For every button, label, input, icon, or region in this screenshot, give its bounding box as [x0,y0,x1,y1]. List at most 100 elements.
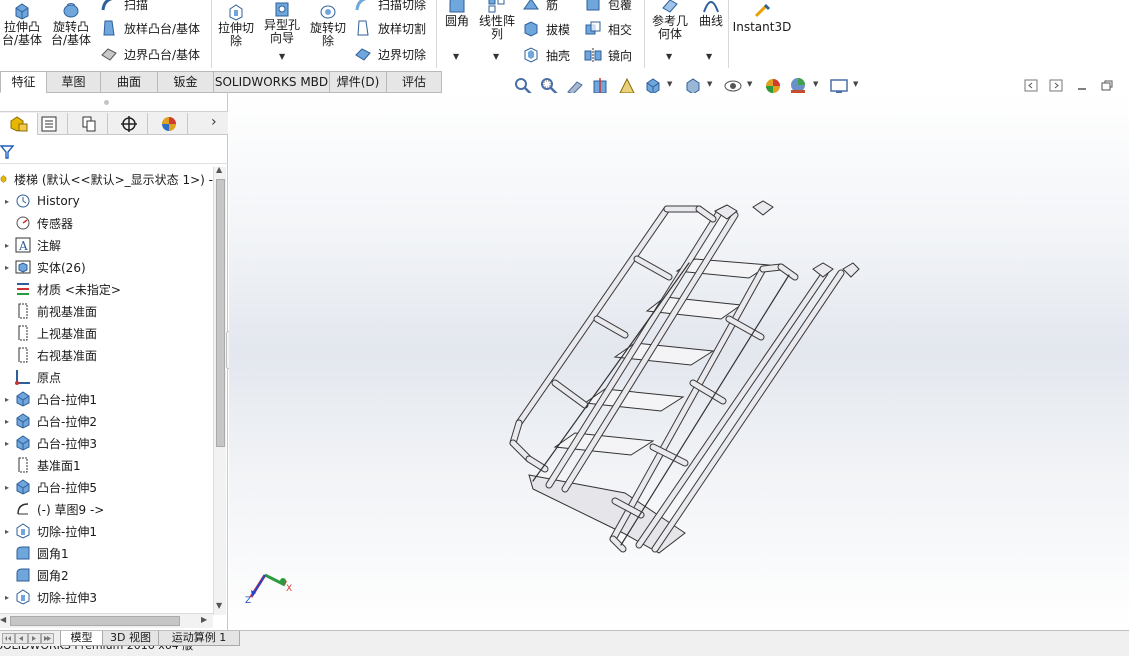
tree-expand-icon[interactable]: ▸ [0,241,14,250]
intersect-button[interactable]: 相交 [584,18,632,40]
tree-item[interactable]: ▸ 凸台-拉伸1 [0,388,213,410]
reference-geometry-button[interactable]: 参考几 何体 [648,0,692,41]
view-settings-dropdown-icon[interactable]: ▼ [853,80,858,88]
apply-scene-dropdown-icon[interactable]: ▼ [813,80,818,88]
tree-item[interactable]: ▸ A 注解 [0,234,213,256]
wrap-button[interactable]: 包覆 [584,0,632,15]
tab-dimxpert-manager[interactable] [110,113,148,135]
graphics-area[interactable]: X Z [229,93,1129,630]
tree-item[interactable]: ▸ 切除-拉伸1 [0,520,213,542]
display-style-dropdown-icon[interactable]: ▼ [707,80,712,88]
loft-icon [103,20,115,36]
fillet-button[interactable]: 圆角 [440,0,474,28]
tab-solidworks-mbd[interactable]: SOLIDWORKS MBD [213,71,330,93]
instant3d-button[interactable]: Instant3D [732,2,792,34]
tab-configuration-manager[interactable] [70,113,108,135]
revolve-cut-button[interactable]: 旋转切 除 [306,3,350,48]
history-icon [16,194,30,208]
draft-button[interactable]: 拔模 [522,18,570,40]
tree-item[interactable]: ▸ 凸台-拉伸5 [0,476,213,498]
tree-item-label: 右视基准面 [37,348,98,363]
revolve-boss-button[interactable]: 旋转凸 台/基体 [48,2,94,47]
tabs-scroll-right-icon[interactable]: › [211,114,217,130]
extrude-cut-button[interactable]: 拉伸切 除 [214,3,258,48]
rib-button[interactable]: 筋 [522,0,558,15]
tab-features[interactable]: 特征 [0,71,47,93]
triad-z-label: Z [245,596,252,606]
tree-item[interactable]: ▸ 凸台-拉伸3 [0,432,213,454]
next-tab-icon[interactable] [1049,79,1063,92]
tree-item[interactable]: ▸ 实体(26) [0,256,213,278]
shell-button[interactable]: 抽壳 [522,44,570,66]
hscrollbar-thumb[interactable] [10,616,180,626]
tree-item[interactable]: 传感器 [0,212,213,234]
tab-motion-study[interactable]: 运动算例 1 [158,631,240,646]
restore-icon[interactable] [1100,79,1114,92]
tab-sheet-metal[interactable]: 钣金 [157,71,214,93]
tab-surfaces[interactable]: 曲面 [100,71,158,93]
curves-dropdown-icon[interactable]: ▼ [706,52,712,61]
scrollbar-thumb[interactable] [216,179,225,447]
tree-item[interactable]: ▸ 凸台-拉伸2 [0,410,213,432]
tree-item[interactable]: (-) 草图9 -> [0,498,213,520]
view-orientation-dropdown-icon[interactable]: ▼ [667,80,672,88]
hole-wizard-button[interactable]: 异型孔 向导 [260,0,304,45]
loft-cut-button[interactable]: 放样切割 [354,17,426,39]
material-icon [17,283,29,295]
extrude-boss-button[interactable]: 拉伸凸 台/基体 [0,2,44,47]
tree-item-label: 上视基准面 [37,326,98,341]
tree-expand-icon[interactable]: ▸ [0,395,14,404]
boundary-cut-button[interactable]: 边界切除 [354,43,426,65]
tree-item[interactable]: 基准面1 [0,454,213,476]
tree-item[interactable]: 圆角1 [0,542,213,564]
tree-item[interactable]: 材质 <未指定> [0,278,213,300]
reference-geometry-dropdown-icon[interactable]: ▼ [666,52,672,61]
scroll-right-icon[interactable]: ▶ [201,615,207,624]
sweep-cut-button[interactable]: 扫描切除 [354,0,426,15]
tab-3d-views[interactable]: 3D 视图 [102,631,159,646]
tree-expand-icon[interactable]: ▸ [0,417,14,426]
linear-pattern-dropdown-icon[interactable]: ▼ [493,52,499,61]
tab-evaluate[interactable]: 评估 [386,71,442,93]
tab-weldments[interactable]: 焊件(D) [329,71,387,93]
previous-tab-icon[interactable] [1024,79,1038,92]
scroll-left-icon[interactable]: ◀ [0,615,6,624]
scroll-up-icon[interactable]: ▲ [216,165,222,174]
tree-item[interactable]: ▸ History [0,190,213,212]
tree-item[interactable]: 前视基准面 [0,300,213,322]
hole-wizard-dropdown-icon[interactable]: ▼ [279,52,285,61]
tab-sketch[interactable]: 草图 [46,71,101,93]
tree-item[interactable]: 原点 [0,366,213,388]
scroll-down-icon[interactable]: ▼ [216,601,222,610]
sweep-boss-button[interactable]: 扫描 [100,0,148,15]
tree-horizontal-scrollbar[interactable]: ◀ ▶ [0,613,213,628]
tree-item[interactable]: ▸ 切除-拉伸3 [0,586,213,608]
tree-expand-icon[interactable]: ▸ [0,263,14,272]
fillet-dropdown-icon[interactable]: ▼ [453,52,459,61]
filter-icon[interactable] [0,144,14,160]
ribbon-separator [728,0,729,68]
hide-show-dropdown-icon[interactable]: ▼ [747,80,752,88]
tree-item[interactable]: 上视基准面 [0,322,213,344]
sweep-cut-label: 扫描切除 [378,0,427,12]
tree-expand-icon[interactable]: ▸ [0,593,14,602]
tree-vertical-scrollbar[interactable]: ▲ ▼ [213,165,226,615]
panel-splitter-dot-icon[interactable] [103,99,110,106]
tree-expand-icon[interactable]: ▸ [0,197,14,206]
tab-navigation-arrows-icon[interactable] [2,633,56,644]
tree-expand-icon[interactable]: ▸ [0,527,14,536]
curves-button[interactable]: 曲线 [694,0,728,28]
linear-pattern-button[interactable]: 线性阵 列 [476,0,518,41]
tab-property-manager[interactable] [30,113,68,135]
minimize-icon[interactable] [1075,79,1089,92]
boundary-boss-button[interactable]: 边界凸台/基体 [100,43,200,65]
mirror-button[interactable]: 镜向 [584,44,632,66]
tab-display-manager[interactable] [150,113,188,135]
loft-boss-button[interactable]: 放样凸台/基体 [100,17,200,39]
tree-expand-icon[interactable]: ▸ [0,483,14,492]
tree-expand-icon[interactable]: ▸ [0,439,14,448]
ribbon-separator [211,0,212,68]
tree-item[interactable]: 右视基准面 [0,344,213,366]
tab-model[interactable]: 模型 [60,631,103,646]
tree-item[interactable]: 圆角2 [0,564,213,586]
